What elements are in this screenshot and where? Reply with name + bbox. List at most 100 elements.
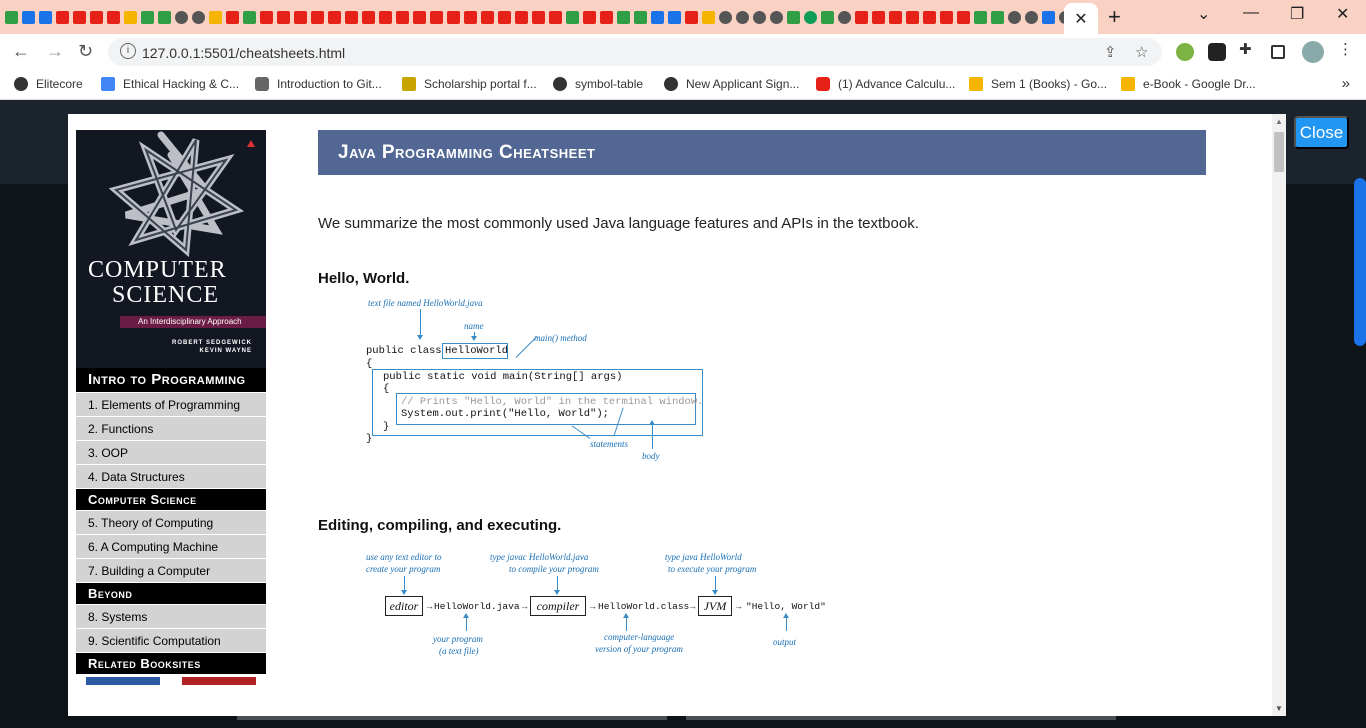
tab-favicon[interactable] (821, 10, 834, 24)
sidebar-item[interactable]: 9. Scientific Computation (76, 629, 266, 653)
tab-close-icon[interactable]: ✕ (1074, 9, 1087, 29)
tab-favicon[interactable] (685, 10, 698, 24)
extensions-puzzle-icon[interactable]: ✚ (1239, 40, 1257, 58)
tab-favicon[interactable] (855, 10, 868, 24)
sidebar-item[interactable]: 8. Systems (76, 605, 266, 629)
tab-favicon[interactable] (192, 10, 205, 24)
reload-button[interactable]: ↻ (78, 41, 93, 62)
bookmark-item[interactable]: Sem 1 (Books) - Go... (969, 77, 1107, 91)
forward-button[interactable]: → (46, 41, 64, 62)
tab-favicon[interactable] (634, 10, 647, 24)
tab-favicon[interactable] (838, 10, 851, 24)
modal-close-button[interactable]: Close (1294, 116, 1349, 149)
tab-favicon[interactable] (328, 10, 341, 24)
sidebar-section-heading[interactable]: Related Booksites (76, 653, 266, 675)
scroll-down-arrow[interactable]: ▼ (1275, 704, 1283, 713)
url-text[interactable]: 127.0.0.1:5501/cheatsheets.html (142, 45, 345, 61)
tab-favicon[interactable] (158, 10, 171, 24)
tab-favicon[interactable] (532, 10, 545, 24)
bookmark-item[interactable]: New Applicant Sign... (664, 77, 799, 91)
tab-favicon[interactable] (39, 10, 52, 24)
booksite-thumb[interactable] (182, 677, 256, 685)
tab-favicon[interactable] (1025, 10, 1038, 24)
tab-favicon[interactable] (804, 10, 817, 24)
restore-button[interactable]: ❐ (1290, 4, 1304, 24)
tab-favicon[interactable] (481, 10, 494, 24)
tab-favicon[interactable] (447, 10, 460, 24)
tab-favicon[interactable] (1042, 10, 1055, 24)
sidebar-item[interactable]: 1. Elements of Programming (76, 393, 266, 417)
active-tab[interactable]: ✕ (1064, 3, 1098, 34)
tab-favicon[interactable] (175, 10, 188, 24)
tab-favicon[interactable] (141, 10, 154, 24)
tab-favicon[interactable] (702, 10, 715, 24)
bookmark-item[interactable]: Elitecore (14, 77, 83, 91)
tab-favicon[interactable] (957, 10, 970, 24)
tab-favicon[interactable] (56, 10, 69, 24)
tab-favicon[interactable] (107, 10, 120, 24)
sidebar-item[interactable]: 3. OOP (76, 441, 266, 465)
tab-favicon[interactable] (668, 10, 681, 24)
tab-favicon[interactable] (940, 10, 953, 24)
tab-favicon[interactable] (5, 10, 18, 24)
tab-favicon[interactable] (430, 10, 443, 24)
tab-favicon[interactable] (243, 10, 256, 24)
tab-favicon[interactable] (923, 10, 936, 24)
bookmark-item[interactable]: symbol-table (553, 77, 643, 91)
tab-favicon[interactable] (787, 10, 800, 24)
modal-scrollbar[interactable]: ▲ ▼ (1272, 114, 1286, 716)
tab-favicon[interactable] (651, 10, 664, 24)
sidebar-item[interactable]: 7. Building a Computer (76, 559, 266, 583)
tab-favicon[interactable] (226, 10, 239, 24)
site-info-icon[interactable]: i (120, 43, 136, 59)
tab-search-icon[interactable]: ⌄ (1197, 4, 1210, 24)
back-button[interactable]: ← (12, 41, 30, 62)
tab-favicon[interactable] (617, 10, 630, 24)
tab-favicon[interactable] (872, 10, 885, 24)
tab-favicon[interactable] (991, 10, 1004, 24)
booksite-thumb[interactable] (86, 677, 160, 685)
tab-favicon[interactable] (889, 10, 902, 24)
tab-favicon[interactable] (719, 10, 732, 24)
tab-favicon[interactable] (379, 10, 392, 24)
sidebar-item[interactable]: 6. A Computing Machine (76, 535, 266, 559)
tab-favicon[interactable] (260, 10, 273, 24)
tab-favicon[interactable] (974, 10, 987, 24)
tab-favicon[interactable] (73, 10, 86, 24)
tab-favicon[interactable] (277, 10, 290, 24)
sidebar-item[interactable]: 2. Functions (76, 417, 266, 441)
bookmark-item[interactable]: Scholarship portal f... (402, 77, 537, 91)
bookmark-item[interactable]: (1) Advance Calculu... (816, 77, 955, 91)
tab-favicon[interactable] (583, 10, 596, 24)
tab-favicon[interactable] (209, 10, 222, 24)
tab-favicon[interactable] (396, 10, 409, 24)
tab-favicon[interactable] (345, 10, 358, 24)
tab-favicon[interactable] (770, 10, 783, 24)
tab-favicon[interactable] (413, 10, 426, 24)
tab-favicon[interactable] (736, 10, 749, 24)
bookmark-item[interactable]: Ethical Hacking & C... (101, 77, 239, 91)
tab-favicon[interactable] (362, 10, 375, 24)
page-scrollbar-thumb[interactable] (1354, 178, 1366, 346)
tab-favicon[interactable] (22, 10, 35, 24)
profile-avatar[interactable] (1302, 41, 1324, 63)
tab-favicon[interactable] (515, 10, 528, 24)
minimize-button[interactable]: — (1243, 4, 1259, 22)
tab-favicon[interactable] (753, 10, 766, 24)
extension-plus-icon[interactable] (1176, 43, 1194, 61)
sidebar-item[interactable]: 5. Theory of Computing (76, 511, 266, 535)
tab-favicon[interactable] (90, 10, 103, 24)
tab-favicon[interactable] (124, 10, 137, 24)
sidebar-section-heading[interactable]: Beyond (76, 583, 266, 605)
sidebar-section-heading[interactable]: Intro to Programming (76, 368, 266, 393)
bookmark-star-icon[interactable]: ☆ (1135, 43, 1148, 61)
sidebar-section-heading[interactable]: Computer Science (76, 489, 266, 511)
tab-favicon[interactable] (566, 10, 579, 24)
tab-favicon[interactable] (906, 10, 919, 24)
tab-favicon[interactable] (549, 10, 562, 24)
tab-favicon[interactable] (294, 10, 307, 24)
bookmark-item[interactable]: Introduction to Git... (255, 77, 382, 91)
scroll-up-arrow[interactable]: ▲ (1275, 117, 1283, 126)
menu-kebab-icon[interactable]: ⋮ (1338, 40, 1356, 58)
side-panel-icon[interactable] (1271, 45, 1285, 59)
